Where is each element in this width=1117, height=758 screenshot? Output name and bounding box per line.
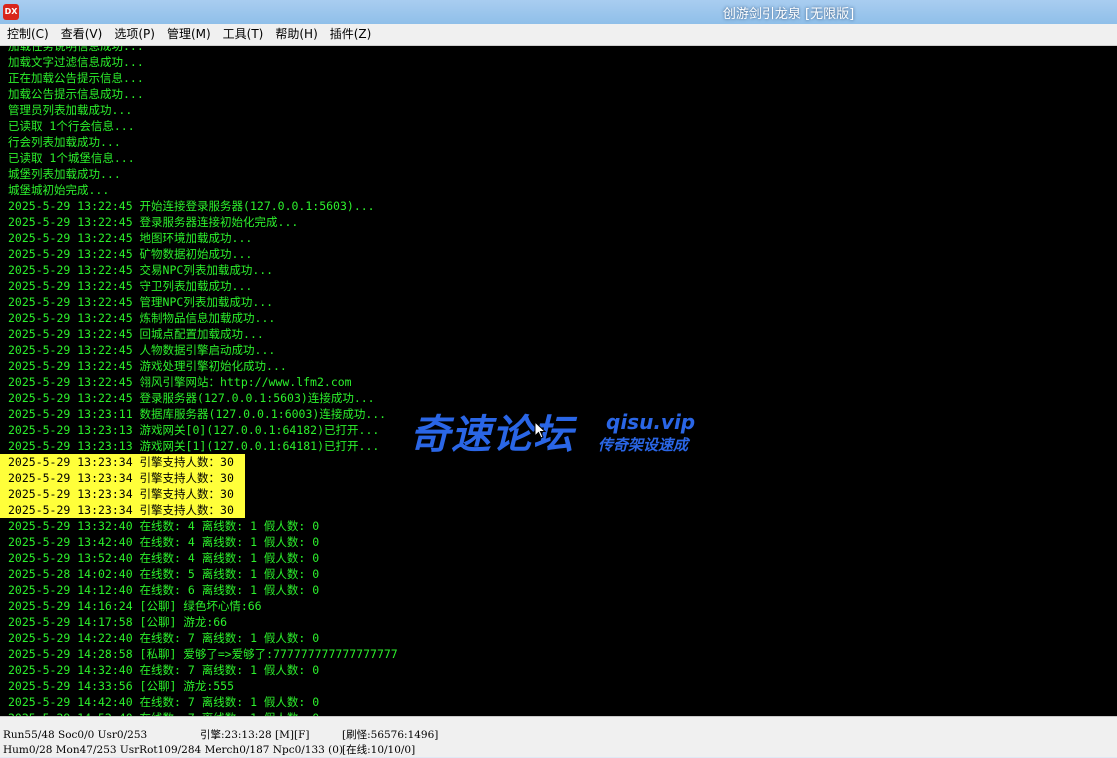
menu-tools[interactable]: 工具(T) [217, 24, 270, 45]
menu-manage[interactable]: 管理(M) [161, 24, 217, 45]
menu-view[interactable]: 查看(V) [55, 24, 109, 45]
status-bar: Run55/48 Soc0/0 Usr0/253 引擎:23:13:28 [M]… [0, 716, 1117, 757]
log-line: 2025-5-29 13:42:40 在线数: 4 离线数: 1 假人数: 0 [8, 535, 320, 549]
title-bar[interactable]: DX 创游剑引龙泉 [无限版] [0, 0, 1117, 24]
log-line: 行会列表加载成功... [8, 135, 121, 149]
log-line: 2025-5-29 14:32:40 在线数: 7 离线数: 1 假人数: 0 [8, 663, 320, 677]
log-line: 2025-5-29 13:22:45 开始连接登录服务器(127.0.0.1:5… [8, 199, 375, 213]
log-line: 2025-5-29 13:22:45 炼制物品信息加载成功... [8, 311, 276, 325]
log-line: 2025-5-29 13:22:45 登录服务器连接初始化完成... [8, 215, 299, 229]
window-title: 创游剑引龙泉 [无限版] [722, 7, 855, 22]
menu-help[interactable]: 帮助(H) [269, 24, 323, 45]
log-console[interactable]: 加载任务说明信息成功... 加载文字过滤信息成功... 正在加载公告提示信息... 加… [0, 46, 1117, 716]
log-line: 已读取 1个行会信息... [8, 119, 135, 133]
log-line: 城堡城初始完成... [8, 183, 110, 197]
log-line: 加载文字过滤信息成功... [8, 55, 144, 69]
log-line: 2025-5-29 13:22:45 地图环境加载成功... [8, 231, 253, 245]
log-line: 正在加载公告提示信息... [8, 71, 144, 85]
log-line: 2025-5-29 14:28:58 [私聊] 爱够了=>爱够了:7777777… [8, 647, 398, 661]
mouse-cursor-icon [534, 421, 546, 439]
log-line: 2025-5-29 13:22:45 交易NPC列表加载成功... [8, 263, 274, 277]
log-line: 2025-5-29 13:22:45 登录服务器(127.0.0.1:5603)… [8, 391, 375, 405]
log-line: 管理员列表加载成功... [8, 103, 133, 117]
menu-options[interactable]: 选项(P) [108, 24, 161, 45]
menu-control[interactable]: 控制(C) [0, 24, 55, 45]
log-line: 2025-5-29 13:22:45 游戏处理引擎初始化成功... [8, 359, 287, 373]
watermark-logo: 奇速论坛 qisu.vip 传奇架设速成 [410, 402, 710, 462]
log-line: 2025-5-29 14:33:56 [公聊] 游龙:555 [8, 679, 235, 693]
log-line: 2025-5-29 13:22:45 人物数据引擎启动成功... [8, 343, 276, 357]
log-line: 2025-5-29 13:23:34 引擎支持人数：30 [0, 454, 245, 470]
log-line: 2025-5-29 14:16:24 [公聊] 绿色坏心情:66 [8, 599, 262, 613]
log-line: 2025-5-29 13:32:40 在线数: 4 离线数: 1 假人数: 0 [8, 519, 320, 533]
log-line: 2025-5-29 13:22:45 矿物数据初始成功... [8, 247, 253, 261]
log-line: 2025-5-29 14:12:40 在线数: 6 离线数: 1 假人数: 0 [8, 583, 320, 597]
watermark-url: qisu.vip [606, 410, 696, 434]
menu-plugins[interactable]: 插件(Z) [324, 24, 378, 45]
log-line: 2025-5-29 13:22:45 管理NPC列表加载成功... [8, 295, 274, 309]
log-line: 2025-5-29 13:23:13 游戏网关[0](127.0.0.1:641… [8, 423, 380, 437]
log-line: 2025-5-29 13:22:45 翎风引擎网站：http://www.lfm… [8, 375, 352, 389]
log-line: 2025-5-29 13:52:40 在线数: 4 离线数: 1 假人数: 0 [8, 551, 320, 565]
log-line: 2025-5-29 13:23:34 引擎支持人数：30 [0, 502, 245, 518]
log-line: 已读取 1个城堡信息... [8, 151, 135, 165]
menu-bar: 控制(C) 查看(V) 选项(P) 管理(M) 工具(T) 帮助(H) 插件(Z… [0, 24, 1117, 46]
watermark-subtitle: 传奇架设速成 [598, 436, 689, 454]
log-list: 加载任务说明信息成功... 加载文字过滤信息成功... 正在加载公告提示信息... 加… [0, 46, 398, 716]
log-line: 2025-5-29 13:23:11 数据库服务器(127.0.0.1:6003… [8, 407, 387, 421]
log-line: 2025-5-29 13:23:13 游戏网关[1](127.0.0.1:641… [8, 439, 380, 453]
log-line: 2025-5-29 14:42:40 在线数: 7 离线数: 1 假人数: 0 [8, 695, 320, 709]
watermark-title: 奇速论坛 [410, 412, 574, 458]
log-line: 2025-5-29 14:17:58 [公聊] 游龙:66 [8, 615, 228, 629]
log-line: 加载公告提示信息成功... [8, 87, 144, 101]
log-line: 2025-5-29 13:22:45 守卫列表加载成功... [8, 279, 253, 293]
log-line: 2025-5-29 13:23:34 引擎支持人数：30 [0, 486, 245, 502]
log-line: 加载任务说明信息成功... [8, 46, 144, 53]
log-line: 2025-5-29 14:22:40 在线数: 7 离线数: 1 假人数: 0 [8, 631, 320, 645]
status-engine: 引擎:23:13:28 [M][F] [200, 729, 310, 741]
log-line: 2025-5-29 13:23:34 引擎支持人数：30 [0, 470, 245, 486]
status-refresh: [刷怪:56576:1496] [342, 729, 439, 741]
log-line: 2025-5-28 14:02:40 在线数: 5 离线数: 1 假人数: 0 [8, 567, 320, 581]
log-line: 城堡列表加载成功... [8, 167, 121, 181]
log-line: 2025-5-29 13:22:45 回城点配置加载成功... [8, 327, 264, 341]
status-run: Run55/48 Soc0/0 Usr0/253 [3, 729, 148, 741]
